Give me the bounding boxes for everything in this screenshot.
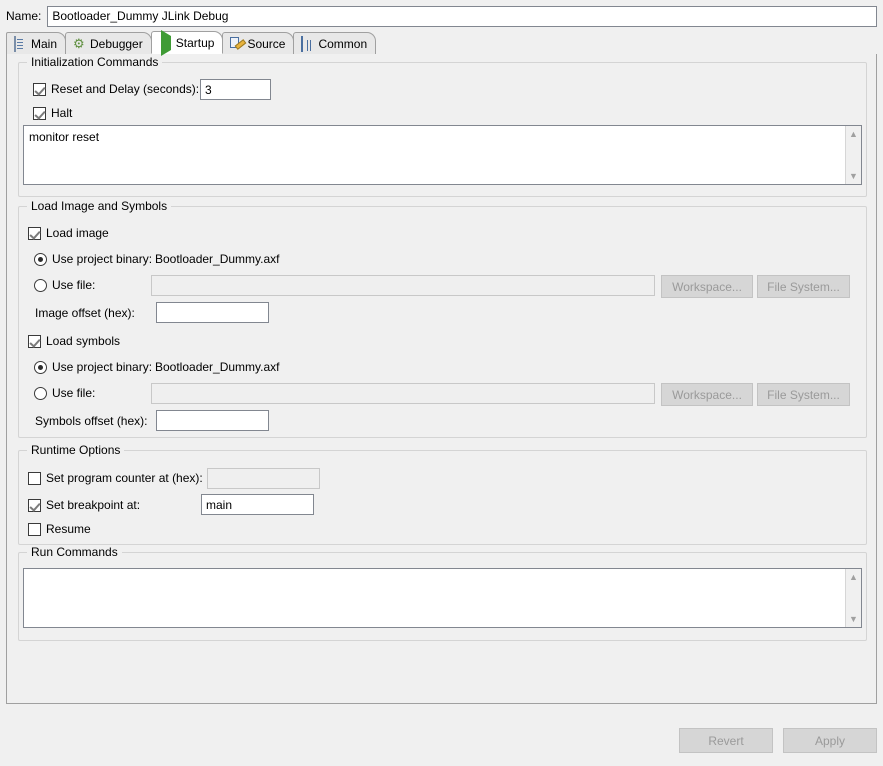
symbols-use-file-radio[interactable] [34, 386, 47, 400]
resume-label: Resume [46, 522, 91, 536]
set-breakpoint-input[interactable] [201, 494, 314, 515]
tab-source-label: Source [247, 36, 286, 51]
symbols-use-project-binary-radio[interactable] [34, 360, 47, 374]
tab-common-label: Common [318, 36, 368, 51]
configuration-name-row: Name: [6, 5, 877, 27]
document-icon [13, 35, 27, 52]
runtime-options-title: Runtime Options [27, 443, 125, 457]
image-use-file-radio-row[interactable]: Use file: [34, 278, 95, 292]
tab-debugger[interactable]: ⚙ Debugger [65, 32, 152, 54]
symbols-offset-label: Symbols offset (hex): [35, 414, 148, 428]
initialization-commands-textarea-wrap: ▲ ▼ [23, 125, 862, 185]
image-offset-input[interactable] [156, 302, 269, 323]
reset-and-delay-checkbox-row[interactable]: Reset and Delay (seconds): [33, 82, 199, 96]
play-icon [158, 29, 172, 56]
load-image-checkbox[interactable] [28, 226, 41, 240]
configuration-name-label: Name: [6, 9, 42, 23]
load-image-checkbox-row[interactable]: Load image [28, 226, 109, 240]
image-filesystem-button[interactable]: File System... [757, 275, 850, 298]
halt-checkbox[interactable] [33, 106, 46, 120]
tab-source[interactable]: Source [222, 32, 295, 54]
image-use-project-binary-radio-row[interactable]: Use project binary: [34, 252, 152, 266]
configuration-name-input[interactable] [47, 5, 877, 27]
set-program-counter-checkbox[interactable] [28, 471, 41, 485]
initialization-commands-title: Initialization Commands [27, 55, 163, 69]
load-image-and-symbols-title: Load Image and Symbols [27, 199, 172, 213]
image-project-binary-value: Bootloader_Dummy.axf [155, 252, 280, 266]
apply-button[interactable]: Apply [783, 728, 877, 753]
resume-checkbox-row[interactable]: Resume [28, 522, 91, 536]
symbols-project-binary-value: Bootloader_Dummy.axf [155, 360, 280, 374]
symbols-use-project-binary-label: Use project binary: [52, 360, 153, 374]
load-symbols-checkbox[interactable] [28, 334, 41, 348]
table-icon [300, 35, 314, 52]
symbols-workspace-button[interactable]: Workspace... [661, 383, 753, 406]
gear-icon: ⚙ [73, 35, 85, 51]
symbols-use-file-radio-row[interactable]: Use file: [34, 386, 95, 400]
resume-checkbox[interactable] [28, 522, 41, 536]
initialization-commands-textarea[interactable] [24, 126, 845, 184]
tab-main[interactable]: Main [6, 32, 67, 54]
symbols-offset-input[interactable] [156, 410, 269, 431]
source-icon [229, 37, 243, 51]
reset-and-delay-label: Reset and Delay (seconds): [51, 82, 200, 96]
run-commands-title: Run Commands [27, 545, 122, 559]
load-symbols-checkbox-row[interactable]: Load symbols [28, 334, 120, 348]
halt-label: Halt [51, 106, 73, 120]
tab-debugger-label: Debugger [90, 36, 143, 51]
footer-button-bar: Revert Apply [679, 728, 877, 753]
image-use-file-input[interactable] [151, 275, 655, 296]
scroll-up-icon[interactable]: ▲ [846, 569, 861, 585]
tab-common[interactable]: Common [293, 32, 377, 54]
debug-configuration-startup-page: Name: Main ⚙ Debugger Startup Source Com… [0, 0, 883, 766]
reset-and-delay-checkbox[interactable] [33, 82, 46, 96]
run-commands-scrollbar[interactable]: ▲ ▼ [845, 569, 861, 627]
image-workspace-button[interactable]: Workspace... [661, 275, 753, 298]
set-program-counter-input[interactable] [207, 468, 320, 489]
tab-main-label: Main [31, 36, 58, 51]
symbols-use-file-label: Use file: [52, 386, 96, 400]
set-breakpoint-checkbox[interactable] [28, 498, 41, 512]
tab-startup-label: Startup [175, 35, 215, 50]
symbols-filesystem-button[interactable]: File System... [757, 383, 850, 406]
run-commands-textarea-wrap: ▲ ▼ [23, 568, 862, 628]
image-use-project-binary-label: Use project binary: [52, 252, 153, 266]
symbols-use-file-input[interactable] [151, 383, 655, 404]
load-symbols-label: Load symbols [46, 334, 121, 348]
image-use-project-binary-radio[interactable] [34, 252, 47, 266]
image-use-file-radio[interactable] [34, 278, 47, 292]
scroll-up-icon[interactable]: ▲ [846, 126, 861, 142]
load-image-label: Load image [46, 226, 109, 240]
tab-bar: Main ⚙ Debugger Startup Source Common [6, 29, 877, 56]
image-offset-label: Image offset (hex): [35, 306, 135, 320]
halt-checkbox-row[interactable]: Halt [33, 106, 72, 120]
image-use-file-label: Use file: [52, 278, 96, 292]
set-breakpoint-label: Set breakpoint at: [46, 498, 141, 512]
scroll-down-icon[interactable]: ▼ [846, 611, 861, 627]
startup-tab-panel: Initialization Commands Reset and Delay … [6, 54, 877, 704]
reset-delay-seconds-input[interactable] [200, 79, 271, 100]
set-program-counter-checkbox-row[interactable]: Set program counter at (hex): [28, 471, 203, 485]
tab-startup[interactable]: Startup [150, 29, 224, 56]
set-program-counter-label: Set program counter at (hex): [46, 471, 203, 485]
revert-button[interactable]: Revert [679, 728, 773, 753]
set-breakpoint-checkbox-row[interactable]: Set breakpoint at: [28, 498, 140, 512]
run-commands-textarea[interactable] [24, 569, 845, 627]
runtime-options-group: Runtime Options [18, 443, 867, 545]
symbols-use-project-binary-radio-row[interactable]: Use project binary: [34, 360, 152, 374]
initialization-commands-scrollbar[interactable]: ▲ ▼ [845, 126, 861, 184]
scroll-down-icon[interactable]: ▼ [846, 168, 861, 184]
